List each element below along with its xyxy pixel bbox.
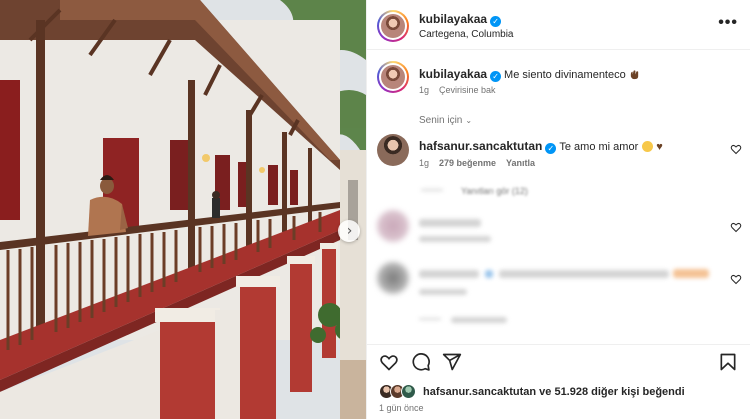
commenter-avatar[interactable] (377, 134, 409, 166)
comment-text: Te amo mi amor (559, 141, 639, 153)
blurred-text (499, 270, 669, 278)
liker-avatar (401, 384, 416, 399)
commenter-username[interactable]: hafsanur.sancaktutan (419, 139, 542, 153)
blurred-text (419, 270, 479, 278)
caption-text: Me siento divinamenteco (504, 69, 626, 81)
comment-like-heart-icon[interactable] (730, 273, 742, 285)
likes-count-text[interactable]: ve 51.928 diğer kişi beğendi (539, 386, 685, 398)
see-translation-link[interactable]: Çevirisine bak (439, 85, 496, 95)
comment-line: hafsanur.sancaktutan ✓ Te amo mi amor ♥ (419, 139, 663, 154)
comment-sort-toggle[interactable]: Senin için ⌄ (419, 115, 472, 126)
post-photo[interactable]: › (0, 0, 366, 419)
verified-icon: ✓ (490, 16, 502, 27)
comment-likes[interactable]: 279 beğenme (439, 158, 496, 168)
hand-emoji-icon (630, 70, 638, 80)
author-username[interactable]: kubilayakaa ✓ (419, 12, 502, 27)
blurred-text (673, 269, 709, 278)
replies-divider (421, 189, 443, 191)
comment-age: 1g (419, 158, 430, 168)
carousel-next-icon: › (346, 223, 353, 239)
verified-icon: ✓ (490, 71, 502, 82)
comment-sort-label: Senin için (419, 115, 463, 126)
smile-emoji-icon (642, 141, 654, 152)
blurred-text (451, 317, 507, 323)
blurred-text (485, 270, 493, 278)
bookmark-icon[interactable] (718, 352, 738, 372)
brown-heart-emoji-icon: ♥ (656, 141, 663, 153)
blurred-text (419, 289, 467, 295)
caption-age: 1g (419, 85, 430, 95)
post-header: kubilayakaa ✓ Cartegena, Columbia ••• (367, 0, 750, 50)
comment-like-heart-icon[interactable] (730, 143, 742, 155)
verified-icon: ✓ (545, 143, 557, 154)
caption-avatar[interactable] (377, 61, 409, 93)
blurred-avatar (377, 210, 409, 242)
carousel-next-button[interactable]: › (338, 220, 360, 242)
comment-like-heart-icon[interactable] (730, 221, 742, 233)
first-liker-username[interactable]: hafsanur.sancaktutan (423, 386, 536, 398)
author-avatar[interactable] (377, 10, 409, 42)
blurred-text (419, 219, 481, 227)
post-location[interactable]: Cartegena, Columbia (419, 29, 514, 40)
post-timestamp: 1 gün önce (379, 403, 424, 413)
view-replies-link[interactable]: Yanıtları gör (12) (461, 186, 528, 196)
replies-divider (419, 318, 441, 320)
liked-by-text: hafsanur.sancaktutan ve 51.928 diğer kiş… (423, 386, 685, 398)
share-icon[interactable] (442, 352, 462, 372)
more-options-icon[interactable]: ••• (718, 14, 738, 32)
colonial-balcony-image (0, 0, 366, 419)
reply-button[interactable]: Yanıtla (506, 158, 535, 168)
blurred-avatar (377, 262, 409, 294)
post-side-panel: kubilayakaa ✓ Cartegena, Columbia ••• kub… (367, 0, 750, 419)
heart-icon[interactable] (379, 352, 399, 372)
caption-line: kubilayakaa ✓ Me siento divinamenteco (419, 67, 640, 82)
comment-icon[interactable] (411, 352, 431, 372)
caption-username[interactable]: kubilayakaa (419, 67, 487, 81)
caption-meta: 1g Çevirisine bak (419, 85, 496, 95)
blurred-text (419, 236, 491, 242)
actions-divider (367, 344, 750, 345)
chevron-down-icon: ⌄ (465, 116, 473, 125)
comment-meta: 1g 279 beğenme Yanıtla (419, 158, 545, 168)
